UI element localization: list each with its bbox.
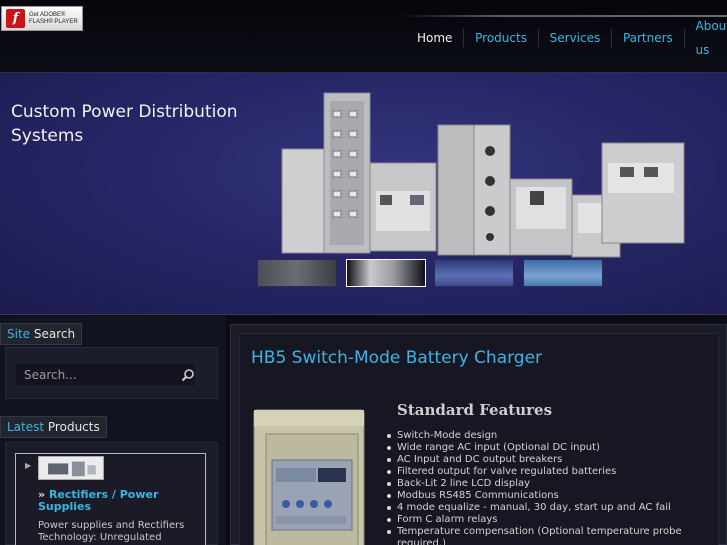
- banner-title: Custom Power Distribution Systems: [11, 102, 238, 146]
- product-link-rectifiers[interactable]: » Rectifiers / Power Supplies: [38, 489, 203, 513]
- product-card: ▶ » Rectifiers / Power Supplies Power su…: [15, 453, 206, 545]
- nav-about-us[interactable]: About us: [685, 14, 727, 62]
- flash-badge-line1: Get ADOBE®: [29, 11, 66, 18]
- features-list: Switch-Mode design Wide range AC input (…: [385, 430, 685, 545]
- site-search-heading-accent: Site: [7, 327, 31, 341]
- features-heading: Standard Features: [397, 401, 553, 419]
- latest-products-heading: Latest Products: [0, 416, 107, 438]
- page-title: HB5 Switch-Mode Battery Charger: [251, 348, 543, 368]
- feature-item: Temperature compensation (Optional tempe…: [385, 526, 685, 545]
- nav-products[interactable]: Products: [464, 26, 538, 50]
- feature-item: 4 mode equalize - manual, 30 day, start …: [385, 502, 685, 514]
- product-thumbnail[interactable]: [38, 456, 104, 480]
- search-input[interactable]: [15, 363, 196, 387]
- nav-partners[interactable]: Partners: [612, 26, 684, 50]
- product-description: Power supplies and Rectifiers Technology…: [38, 520, 185, 543]
- feature-item: Wide range AC input (Optional DC input): [385, 442, 685, 454]
- battery-charger-image: [253, 409, 365, 545]
- latest-products-heading-accent: Latest: [7, 420, 45, 434]
- flash-logo-icon: f: [6, 9, 25, 28]
- search-icon[interactable]: [181, 368, 195, 382]
- slideshow-thumbnail-4[interactable]: [523, 259, 603, 287]
- header: f Get ADOBE® FLASH® PLAYER Home Products…: [0, 0, 727, 72]
- flash-badge-text: Get ADOBE® FLASH® PLAYER: [29, 12, 78, 26]
- latest-products-heading-rest: Products: [44, 420, 100, 434]
- latest-products-box: ▶ » Rectifiers / Power Supplies Power su…: [5, 442, 218, 545]
- feature-item: Filtered output for valve regulated batt…: [385, 466, 685, 478]
- slideshow-thumbnail-2[interactable]: [346, 259, 426, 287]
- feature-item: Form C alarm relays: [385, 514, 685, 526]
- main-nav: Home Products Services Partners About us: [406, 19, 727, 57]
- main-content: HB5 Switch-Mode Battery Charger Standard…: [230, 324, 727, 545]
- feature-item: Back-Lit 2 line LCD display: [385, 478, 685, 490]
- slideshow-thumbnail-3[interactable]: [434, 259, 514, 287]
- product-name: Rectifiers / Power Supplies: [38, 488, 159, 513]
- feature-item: Switch-Mode design: [385, 430, 685, 442]
- hero-banner: Custom Power Distribution Systems: [0, 72, 727, 315]
- nav-divider-line: [400, 15, 727, 17]
- site-search-heading: Site Search: [0, 323, 83, 345]
- site-search-heading-rest: Search: [30, 327, 76, 341]
- slideshow-thumbnail-1[interactable]: [257, 259, 337, 287]
- nav-home[interactable]: Home: [406, 26, 463, 50]
- feature-item: AC Input and DC output breakers: [385, 454, 685, 466]
- get-flash-player-badge[interactable]: f Get ADOBE® FLASH® PLAYER: [1, 6, 83, 31]
- power-distribution-panels-image: [281, 92, 685, 258]
- nav-services[interactable]: Services: [539, 26, 612, 50]
- triangle-bullet-icon: ▶: [25, 461, 32, 470]
- flash-badge-line2: FLASH® PLAYER: [29, 18, 78, 25]
- feature-item: Modbus RS485 Communications: [385, 490, 685, 502]
- search-box: [5, 347, 218, 399]
- article-panel: HB5 Switch-Mode Battery Charger Standard…: [239, 333, 719, 545]
